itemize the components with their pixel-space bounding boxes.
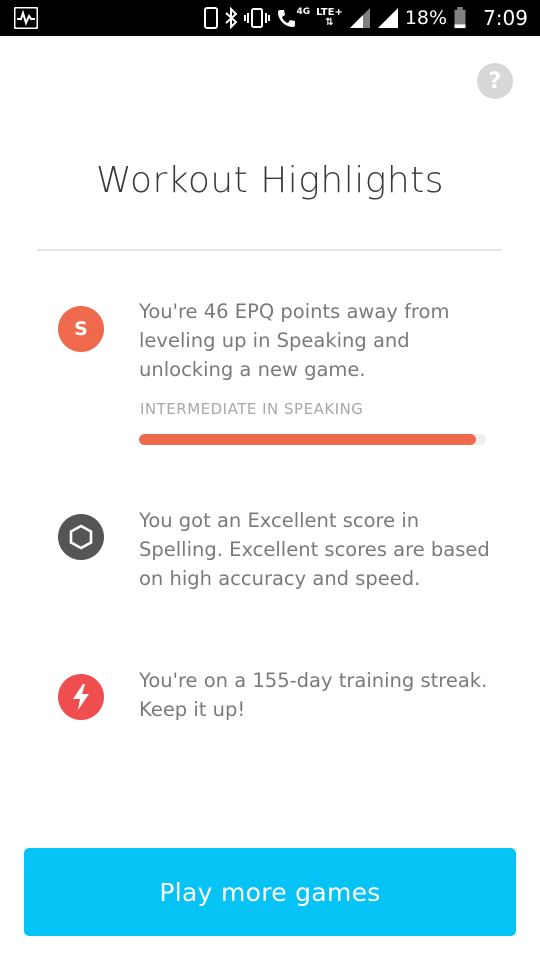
title-divider (37, 249, 502, 251)
phone-icon (204, 7, 219, 29)
lte-indicator: LTE+ ⇅ (316, 8, 343, 28)
clock: 7:09 (483, 6, 528, 30)
speaking-badge-letter: S (74, 318, 88, 340)
help-icon: ? (488, 68, 502, 94)
status-bar: 4G LTE+ ⇅ 18% 7:09 (0, 0, 540, 36)
level-label: INTERMEDIATE IN SPEAKING (140, 400, 364, 418)
network-type: 4G (296, 7, 311, 17)
workout-highlights-screen: 4G LTE+ ⇅ 18% 7:09 ? Workout Highlights … (0, 0, 540, 960)
speaking-badge-icon: S (58, 306, 104, 352)
spelling-highlight-text: You got an Excellent score in Spelling. … (139, 509, 490, 590)
bluetooth-icon (225, 7, 238, 29)
battery-icon (454, 7, 466, 29)
lightning-icon (58, 674, 104, 720)
lightning-bolt (73, 684, 89, 710)
vibrate-icon (244, 8, 271, 28)
speaking-highlight-text: You're 46 EPQ points away from leveling … (139, 300, 450, 381)
activity-icon (14, 7, 38, 29)
level-progress-bar (139, 434, 486, 445)
data-arrows-icon: ⇅ (325, 17, 334, 28)
battery-percentage: 18% (404, 7, 448, 29)
page-title: Workout Highlights (95, 160, 445, 201)
status-icons: 4G LTE+ ⇅ 18% 7:09 (204, 0, 528, 36)
hexagon-icon (58, 514, 104, 560)
signal-icon (377, 8, 398, 28)
help-button[interactable]: ? (477, 63, 513, 99)
signal-icon (349, 8, 370, 28)
hexagon-shape (69, 524, 93, 550)
call-icon (278, 10, 296, 27)
streak-highlight-text: You're on a 155-day training streak. Kee… (139, 669, 488, 721)
play-more-games-button[interactable]: Play more games (24, 848, 516, 936)
level-progress-fill (139, 434, 476, 445)
